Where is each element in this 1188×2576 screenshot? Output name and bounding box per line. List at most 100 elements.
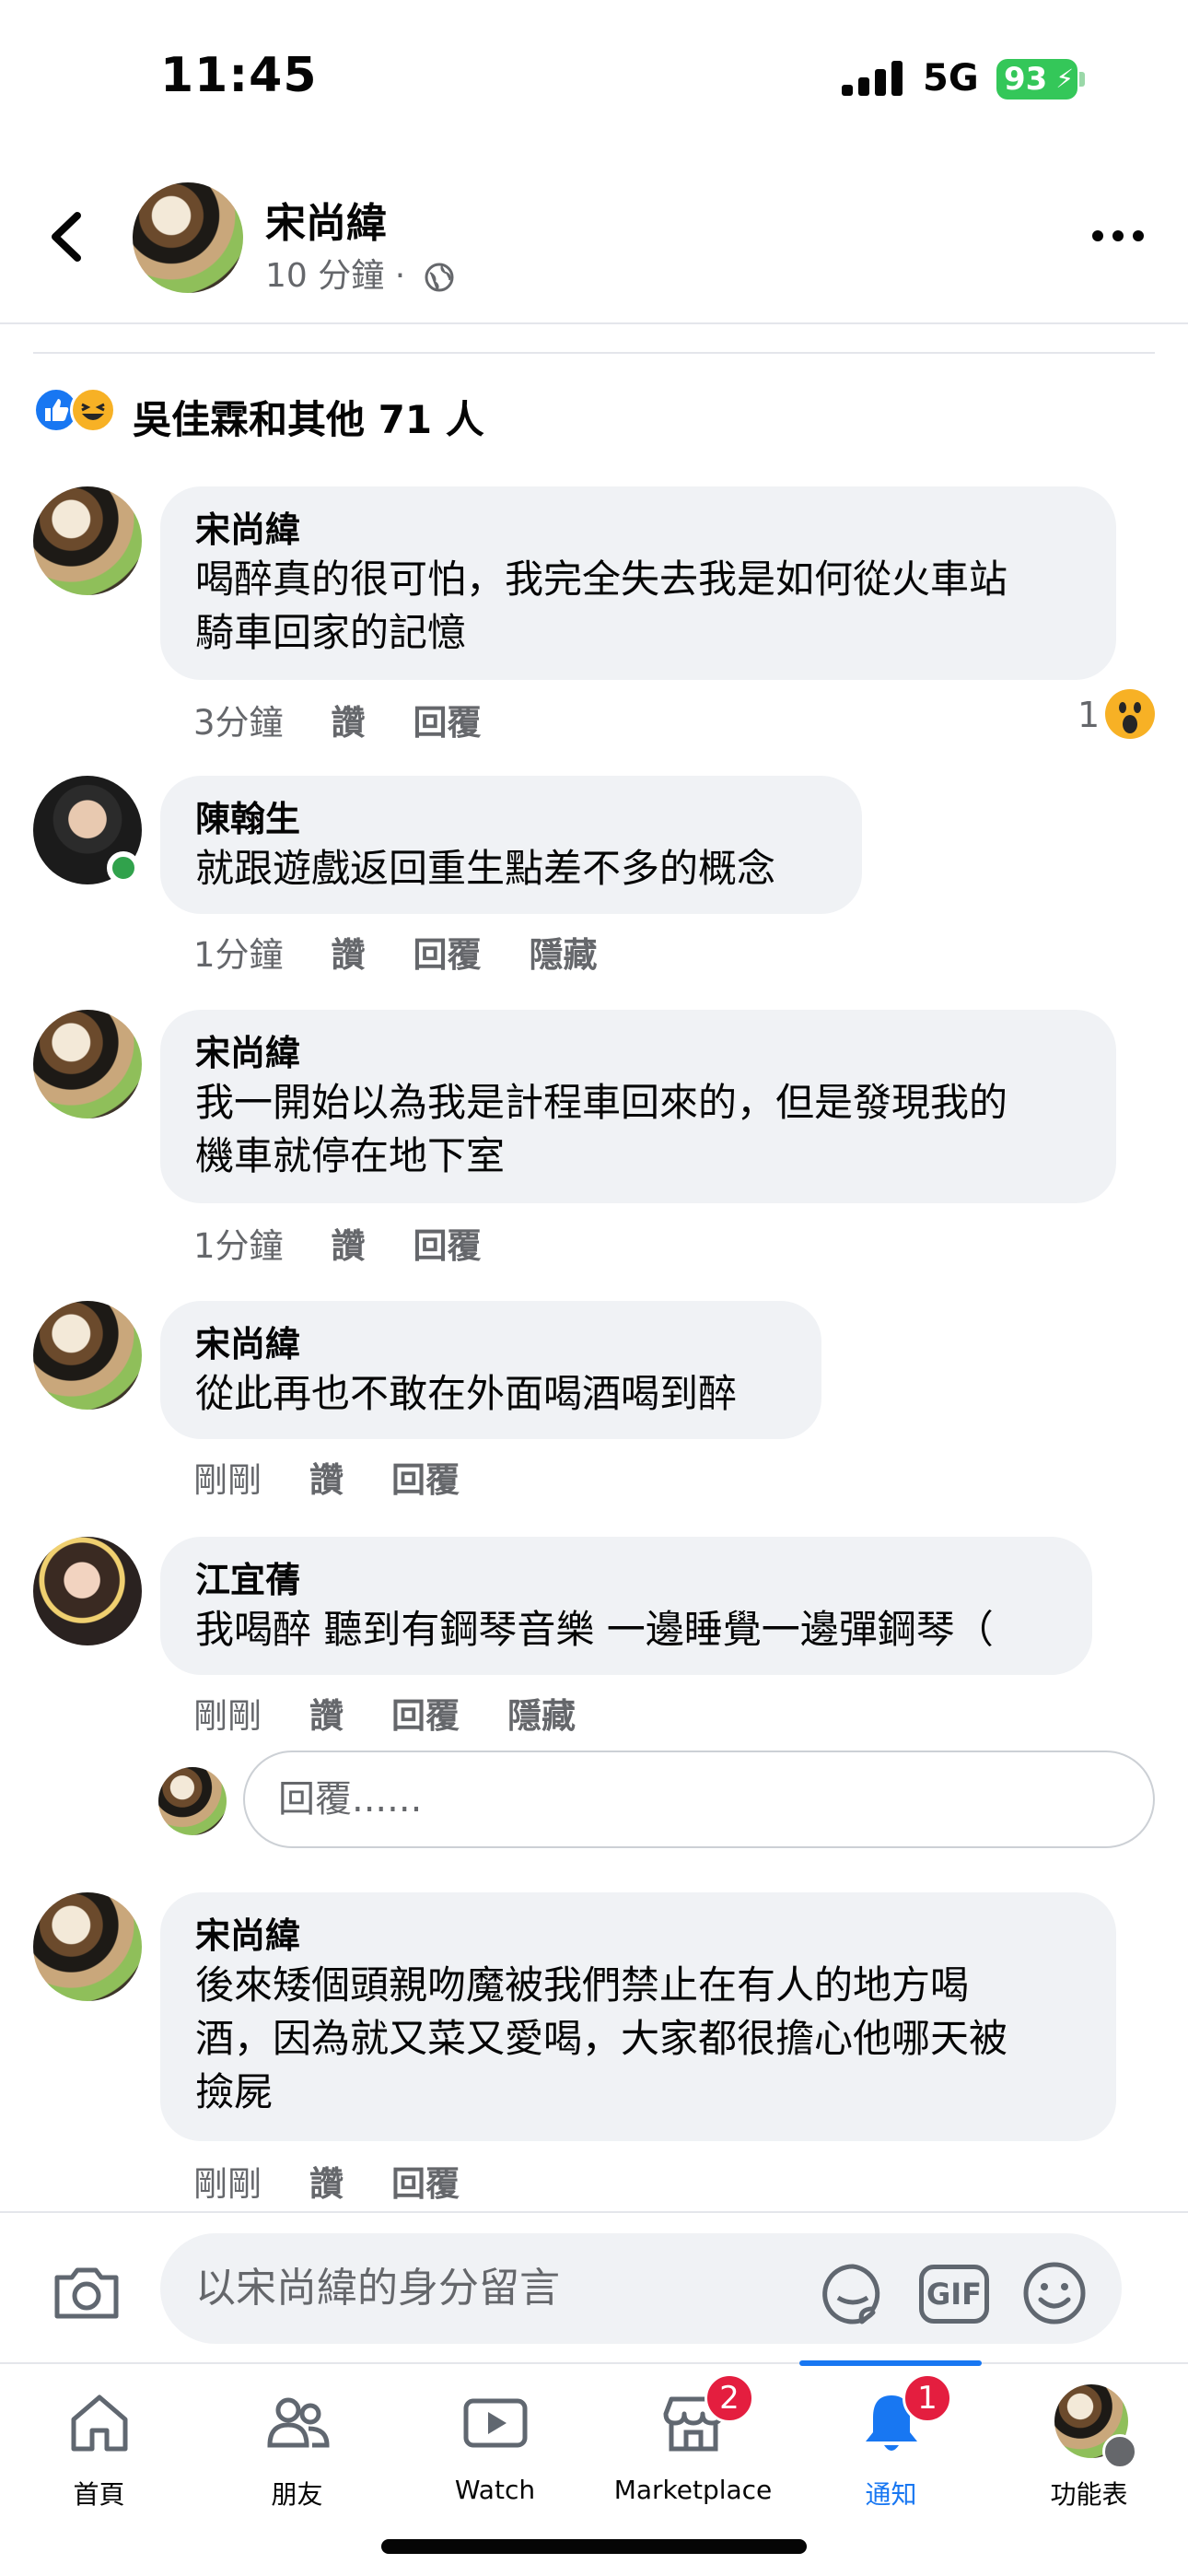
tab-marketplace[interactable]: 2 Marketplace xyxy=(594,2364,792,2521)
comment-text: 喝醉真的很可怕，我完全失去我是如何從火車站 騎車回家的記憶 xyxy=(195,556,1008,655)
reply-button[interactable]: 回覆 xyxy=(413,695,482,744)
comment-bubble[interactable]: 宋尚緯 從此再也不敢在外面喝酒喝到醉 xyxy=(160,1301,821,1439)
camera-icon xyxy=(54,2267,119,2319)
like-button[interactable]: 讚 xyxy=(309,2156,344,2206)
like-button[interactable]: 讚 xyxy=(309,1688,344,1738)
comment-time: 剛剛 xyxy=(193,1460,262,1500)
divider xyxy=(33,352,1155,354)
comment-actions: 1分鐘 讚回覆 xyxy=(193,1218,530,1268)
globe-icon xyxy=(425,263,454,292)
online-status-icon xyxy=(107,851,140,884)
comment-text: 後來矮個頭親吻魔被我們禁止在有人的地方喝 酒，因為就又菜又愛喝，大家都很擔心他哪… xyxy=(195,1962,1008,2114)
wow-reaction-icon[interactable] xyxy=(1105,689,1155,739)
back-button[interactable] xyxy=(41,205,96,269)
reply-button[interactable]: 回覆 xyxy=(413,927,482,977)
signal-icon xyxy=(842,61,903,96)
commenter-avatar[interactable] xyxy=(33,1010,142,1118)
comment-actions: 剛剛 讚回覆 隱藏 xyxy=(193,1688,623,1738)
tab-home[interactable]: 首頁 xyxy=(0,2364,198,2521)
commenter-name[interactable]: 宋尚緯 xyxy=(195,1321,786,1367)
tab-notifications[interactable]: 1 通知 xyxy=(792,2364,990,2521)
comment-text: 我一開始以為我是計程車回來的，但是發現我的 機車就停在地下室 xyxy=(195,1080,1008,1178)
tab-friends[interactable]: 朋友 xyxy=(198,2364,396,2521)
reply-button[interactable]: 回覆 xyxy=(391,2156,460,2206)
more-options-button[interactable] xyxy=(1092,221,1147,249)
comment-bubble[interactable]: 宋尚緯 喝醉真的很可怕，我完全失去我是如何從火車站 騎車回家的記憶 xyxy=(160,486,1116,680)
dot-icon xyxy=(1133,230,1144,241)
tab-watch[interactable]: Watch xyxy=(396,2364,594,2521)
post-meta: 10 分鐘 · xyxy=(265,249,455,297)
comment-text: 從此再也不敢在外面喝酒喝到醉 xyxy=(195,1371,738,1416)
commenter-name[interactable]: 陳翰生 xyxy=(195,796,827,842)
reaction-count: 1 xyxy=(1077,695,1101,735)
comment-time: 剛剛 xyxy=(193,1696,262,1736)
dot-icon xyxy=(1092,230,1103,241)
menu-icon xyxy=(1102,2434,1137,2469)
reactions-text: 吳佳霖和其他 71 人 xyxy=(133,397,484,442)
comment-actions: 剛剛 讚回覆 xyxy=(193,1452,507,1502)
sticker-icon xyxy=(822,2264,880,2324)
emoji-button[interactable] xyxy=(1022,2261,1087,2325)
comment-composer: 以宋尚緯的身分留言 GIF xyxy=(0,2211,1188,2362)
tab-label: 通知 xyxy=(865,2479,917,2510)
reply-button[interactable]: 回覆 xyxy=(391,1688,460,1738)
commenter-avatar[interactable] xyxy=(33,1301,142,1410)
status-bar: 11:45 5G 93 ⚡ xyxy=(0,0,1188,157)
my-avatar xyxy=(158,1767,227,1835)
notification-badge: 2 xyxy=(705,2373,754,2423)
author-name[interactable]: 宋尚緯 xyxy=(265,190,387,249)
comment-text: 我喝醉 聽到有鋼琴音樂 一邊睡覺一邊彈鋼琴（ xyxy=(195,1607,994,1652)
post-header: 宋尚緯 10 分鐘 · xyxy=(0,157,1188,324)
battery-level: 93 xyxy=(1004,61,1048,98)
tab-label: Watch xyxy=(454,2475,536,2505)
commenter-avatar[interactable] xyxy=(33,486,142,595)
comment-actions: 1分鐘 讚回覆 隱藏 xyxy=(193,927,646,977)
comment-time: 1分鐘 xyxy=(193,935,284,975)
reply-input[interactable]: 回覆...... xyxy=(243,1751,1155,1848)
comment-text: 就跟遊戲返回重生點差不多的概念 xyxy=(195,846,776,891)
tab-label: 首頁 xyxy=(73,2479,125,2510)
comment-bubble[interactable]: 宋尚緯 我一開始以為我是計程車回來的，但是發現我的 機車就停在地下室 xyxy=(160,1010,1116,1203)
battery-icon: 93 ⚡ xyxy=(996,59,1077,100)
commenter-name[interactable]: 宋尚緯 xyxy=(195,1913,1081,1959)
tab-label: Marketplace xyxy=(613,2475,773,2505)
battery-tip xyxy=(1079,72,1085,87)
author-avatar[interactable] xyxy=(133,182,243,293)
reply-button[interactable]: 回覆 xyxy=(391,1452,460,1502)
tab-label: 功能表 xyxy=(1050,2479,1128,2510)
commenter-avatar[interactable] xyxy=(33,1892,142,2001)
hide-button[interactable]: 隱藏 xyxy=(507,1688,576,1738)
friends-icon xyxy=(267,2397,330,2448)
comment-bubble[interactable]: 陳翰生 就跟遊戲返回重生點差不多的概念 xyxy=(160,776,862,914)
like-button[interactable]: 讚 xyxy=(309,1452,344,1502)
comment-time: 1分鐘 xyxy=(193,1226,284,1266)
comment-bubble[interactable]: 江宜蒨 我喝醉 聽到有鋼琴音樂 一邊睡覺一邊彈鋼琴（ xyxy=(160,1537,1092,1675)
commenter-avatar[interactable] xyxy=(33,1537,142,1645)
like-button[interactable]: 讚 xyxy=(332,927,366,977)
like-button[interactable]: 讚 xyxy=(332,695,366,744)
comment-time: 剛剛 xyxy=(193,2164,262,2204)
comment-bubble[interactable]: 宋尚緯 後來矮個頭親吻魔被我們禁止在有人的地方喝 酒，因為就又菜又愛喝，大家都很… xyxy=(160,1892,1116,2141)
home-icon xyxy=(71,2395,128,2452)
gif-button[interactable]: GIF xyxy=(919,2265,989,2324)
watch-icon xyxy=(463,2398,528,2448)
network-label: 5G xyxy=(923,57,979,100)
comment-time: 3分鐘 xyxy=(193,703,284,743)
sticker-button[interactable] xyxy=(820,2261,886,2327)
commenter-name[interactable]: 江宜蒨 xyxy=(195,1557,1057,1603)
commenter-name[interactable]: 宋尚緯 xyxy=(195,507,1081,553)
comment-actions: 剛剛 讚回覆 xyxy=(193,2156,507,2206)
back-arrow-icon xyxy=(52,212,81,262)
commenter-name[interactable]: 宋尚緯 xyxy=(195,1030,1081,1076)
home-indicator[interactable] xyxy=(381,2539,807,2554)
notification-badge: 1 xyxy=(903,2373,952,2423)
like-button[interactable]: 讚 xyxy=(332,1218,366,1268)
post-time: 10 分鐘 · xyxy=(265,257,406,295)
dot-icon xyxy=(1112,230,1124,241)
hide-button[interactable]: 隱藏 xyxy=(530,927,598,977)
camera-button[interactable] xyxy=(52,2263,122,2322)
comment-actions: 3分鐘 讚回覆 xyxy=(193,695,530,744)
reply-button[interactable]: 回覆 xyxy=(413,1218,482,1268)
tab-menu[interactable]: 功能表 xyxy=(990,2364,1188,2521)
status-time: 11:45 xyxy=(160,48,318,103)
